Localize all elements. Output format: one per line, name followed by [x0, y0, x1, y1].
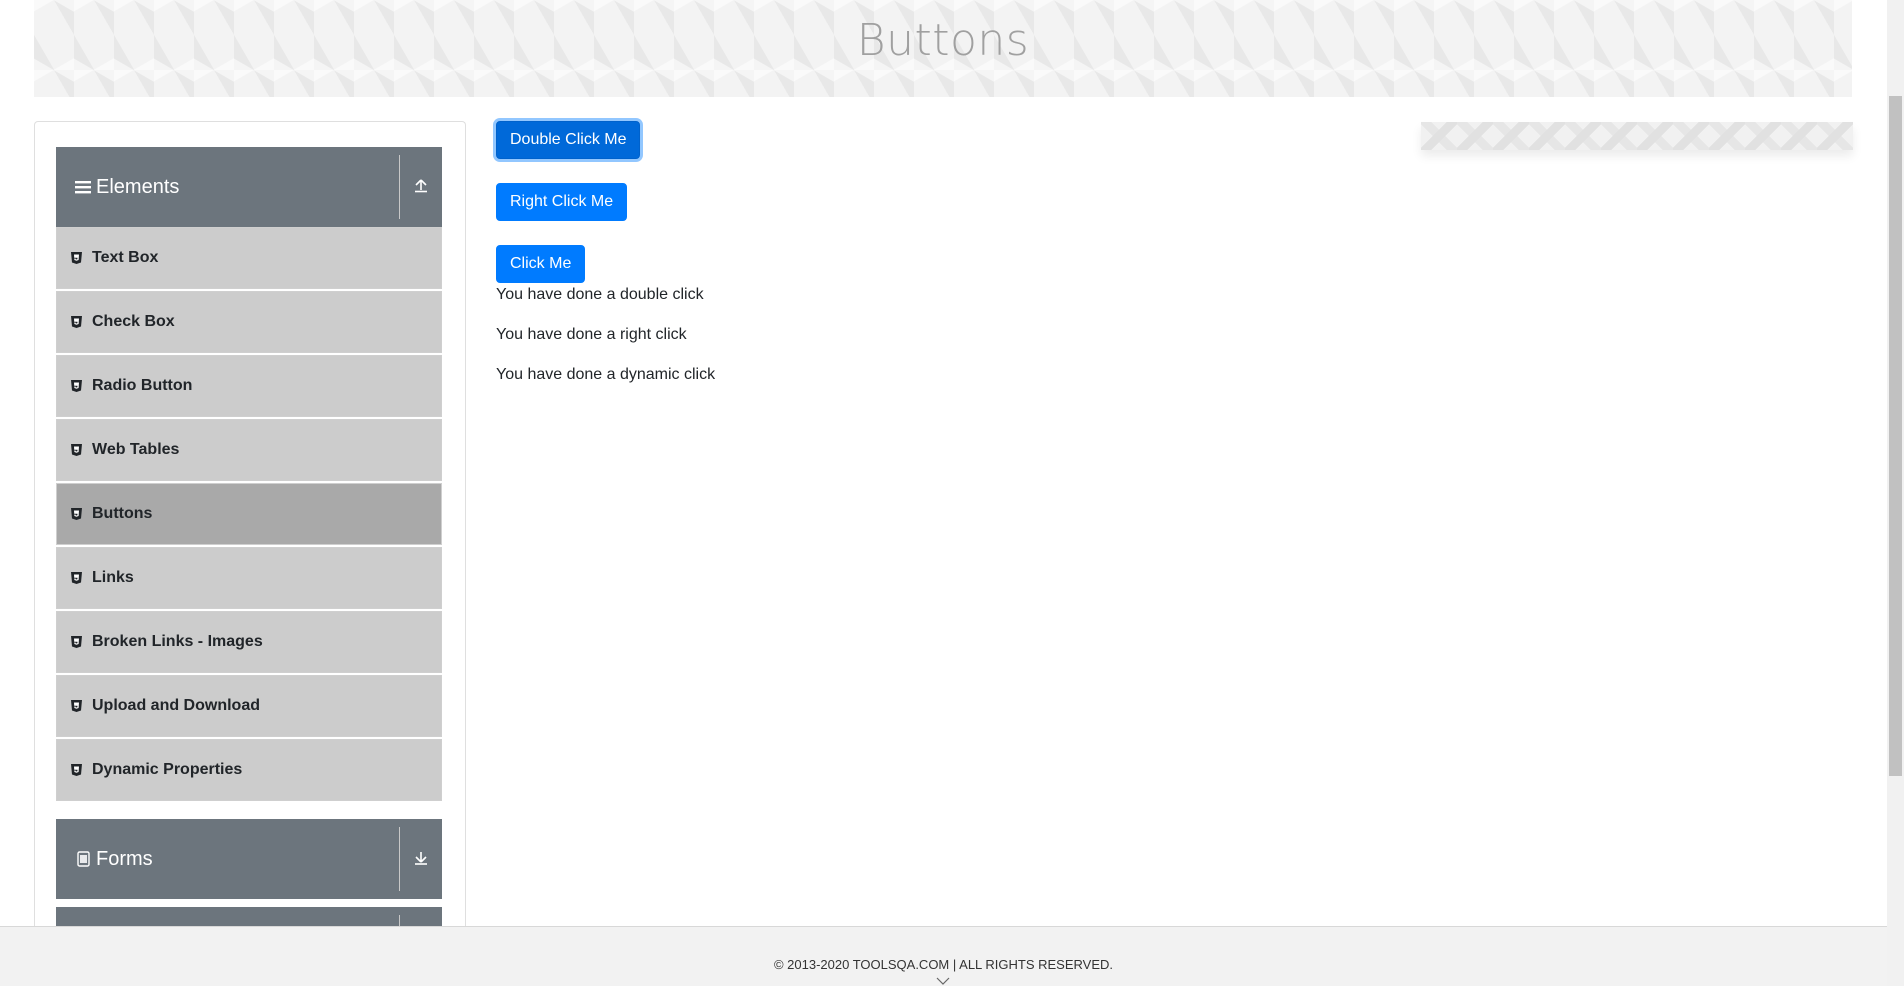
- sidebar-item-radio-button[interactable]: Radio Button: [56, 355, 442, 417]
- elements-menu-list: Text Box Check Box Radio Button Web Tabl…: [56, 227, 442, 803]
- sidebar-item-label: Web Tables: [92, 441, 180, 458]
- group-label-elements: Elements: [96, 175, 180, 198]
- group-label-forms: Forms: [96, 847, 153, 870]
- right-click-button[interactable]: Right Click Me: [496, 183, 628, 221]
- sidebar-item-label: Radio Button: [92, 377, 193, 394]
- footer: © 2013-2020 TOOLSQA.COM | ALL RIGHTS RES…: [0, 926, 1887, 986]
- sidebar-item-label: Broken Links - Images: [92, 633, 263, 650]
- group-header-elements[interactable]: Elements: [56, 147, 442, 227]
- html5-icon: [71, 700, 83, 713]
- sidebar-item-upload-and-download[interactable]: Upload and Download: [56, 675, 442, 737]
- page-title: Buttons: [856, 15, 1030, 66]
- double-click-button[interactable]: Double Click Me: [496, 121, 641, 159]
- upload-arrow-icon: [413, 177, 429, 198]
- sidebar-item-text-box[interactable]: Text Box: [56, 227, 442, 289]
- html5-icon: [71, 636, 83, 649]
- ad-banner: [1421, 122, 1853, 150]
- html5-icon: [71, 380, 83, 393]
- scrollbar-thumb[interactable]: [1889, 96, 1902, 776]
- sidebar-item-check-box[interactable]: Check Box: [56, 291, 442, 353]
- chevron-down-icon[interactable]: [936, 973, 950, 985]
- hamburger-icon: [74, 178, 92, 196]
- group-header-forms[interactable]: Forms: [56, 819, 442, 899]
- sidebar-item-label: Upload and Download: [92, 697, 260, 714]
- left-panel: Elements Text Box Check Box Radio Button…: [34, 121, 466, 951]
- sidebar-item-buttons[interactable]: Buttons: [56, 483, 442, 545]
- sidebar-item-label: Dynamic Properties: [92, 761, 243, 778]
- download-arrow-icon: [413, 849, 429, 870]
- html5-icon: [71, 252, 83, 265]
- html5-icon: [71, 444, 83, 457]
- sidebar-item-label: Links: [92, 569, 134, 586]
- html5-icon: [71, 508, 83, 521]
- footer-copyright: © 2013-2020 TOOLSQA.COM | ALL RIGHTS RES…: [773, 957, 1114, 972]
- document-icon: [74, 850, 92, 868]
- click-me-button[interactable]: Click Me: [496, 245, 586, 283]
- sidebar-item-links[interactable]: Links: [56, 547, 442, 609]
- collapse-toggle-forms[interactable]: [399, 827, 442, 891]
- scrollbar[interactable]: [1887, 0, 1904, 986]
- right-click-message: You have done a right click: [496, 326, 687, 343]
- sidebar-item-label: Text Box: [92, 249, 159, 266]
- dynamic-click-message: You have done a dynamic click: [496, 366, 716, 383]
- double-click-message: You have done a double click: [496, 286, 704, 303]
- sidebar-item-label: Check Box: [92, 313, 175, 330]
- collapse-toggle-elements[interactable]: [399, 155, 442, 219]
- html5-icon: [71, 764, 83, 777]
- sidebar-item-broken-links-images[interactable]: Broken Links - Images: [56, 611, 442, 673]
- sidebar-item-label: Buttons: [92, 505, 153, 522]
- html5-icon: [71, 572, 83, 585]
- page-banner: Buttons: [34, 0, 1852, 97]
- html5-icon: [71, 316, 83, 329]
- sidebar-item-web-tables[interactable]: Web Tables: [56, 419, 442, 481]
- sidebar-item-dynamic-properties[interactable]: Dynamic Properties: [56, 739, 442, 801]
